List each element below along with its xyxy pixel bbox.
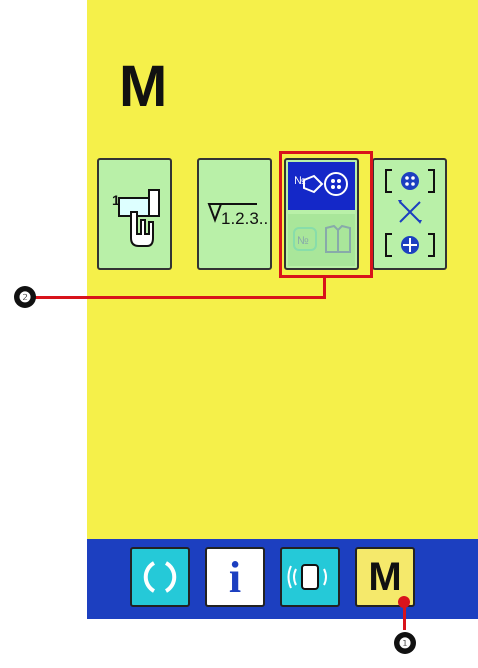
communication-icon — [287, 564, 327, 590]
callout-2-line-vertical — [323, 278, 326, 298]
bottom-bar: i M — [87, 539, 478, 619]
information-button[interactable]: i — [205, 547, 265, 607]
counter-setting-button[interactable]: 1 — [97, 158, 172, 270]
sewing-machine-hand-icon: 1 — [112, 189, 160, 247]
callout-2-line-horizontal — [35, 296, 326, 299]
callout-1-badge: ❶ — [394, 632, 416, 654]
communication-button[interactable] — [280, 547, 340, 607]
callout-2-badge: ❷ — [14, 286, 36, 308]
button-exchange-button[interactable] — [372, 158, 447, 270]
callout-1-dot — [398, 596, 410, 608]
arc-icon — [143, 561, 177, 593]
ready-button[interactable] — [130, 547, 190, 607]
sequence-text: 1.2.3.. — [221, 209, 268, 228]
sequence-setting-button[interactable]: 1.2.3.. — [197, 158, 272, 270]
highlight-box — [279, 151, 373, 278]
screen-title: M — [119, 54, 168, 119]
triangle-123-icon: 1.2.3.. — [207, 203, 268, 228]
button-exchange-icon — [385, 169, 435, 257]
information-label: i — [228, 552, 242, 602]
